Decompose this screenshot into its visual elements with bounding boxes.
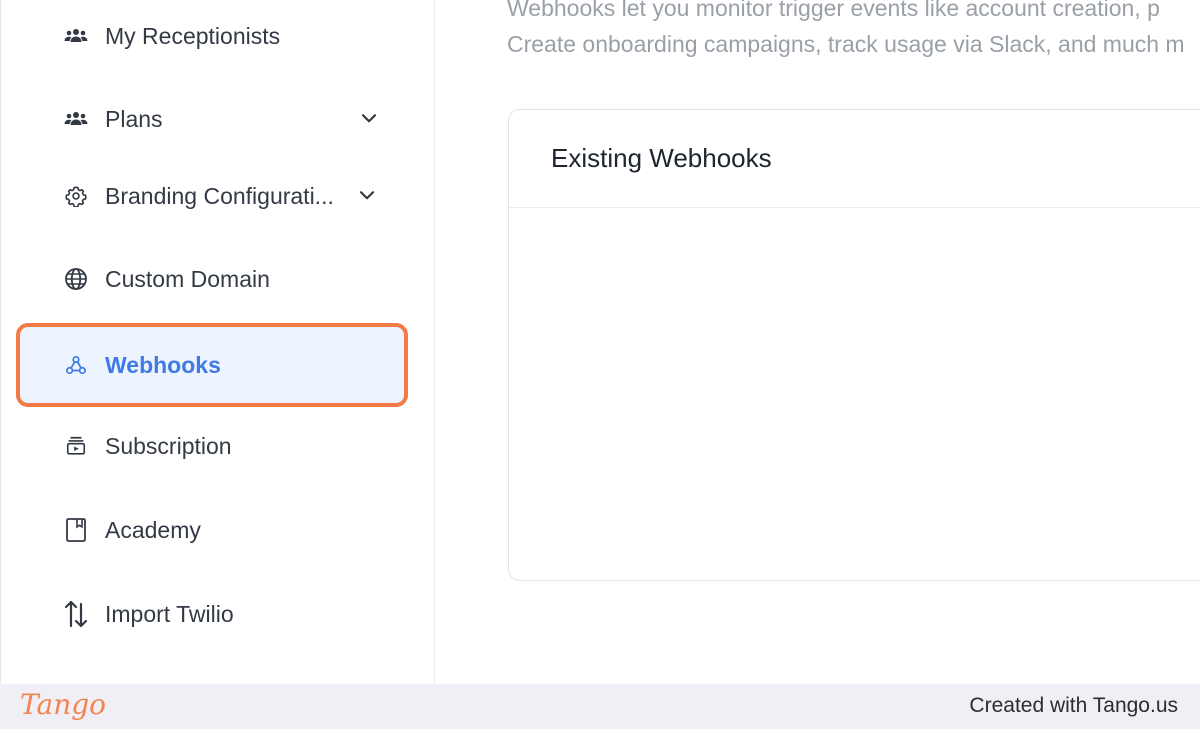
sidebar: My Receptionists Plans Branding Configur… — [1, 0, 435, 684]
chevron-down-icon[interactable] — [361, 102, 377, 129]
existing-webhooks-card: Existing Webhooks — [508, 109, 1200, 581]
gear-icon — [61, 181, 91, 211]
card-title: Existing Webhooks — [551, 143, 772, 173]
app-window: My Receptionists Plans Branding Configur… — [0, 0, 1200, 684]
sidebar-item-custom-domain[interactable]: Custom Domain — [19, 241, 405, 317]
description-line: Webhooks let you monitor trigger events … — [507, 0, 1160, 21]
tango-logo: Tango — [20, 688, 107, 721]
swap-vertical-icon — [61, 599, 91, 629]
webhooks-description: Webhooks let you monitor trigger events … — [507, 0, 1200, 62]
sidebar-item-academy[interactable]: Academy — [19, 492, 405, 568]
sidebar-item-label: Subscription — [105, 432, 232, 459]
sidebar-item-my-receptionists[interactable]: My Receptionists — [19, 0, 405, 74]
footer-credit: Created with Tango.us — [969, 694, 1178, 717]
sidebar-item-label: Plans — [105, 105, 163, 132]
sidebar-item-label: Academy — [105, 516, 201, 543]
sidebar-item-label: My Receptionists — [105, 22, 281, 49]
description-line: Create onboarding campaigns, track usage… — [507, 31, 1185, 57]
chevron-down-icon[interactable] — [359, 179, 375, 206]
webhook-icon — [61, 350, 91, 380]
tango-footer: Tango Created with Tango.us — [0, 684, 1200, 729]
sidebar-item-webhooks[interactable]: Webhooks — [19, 325, 405, 405]
group-icon — [61, 104, 91, 134]
sidebar-item-label: Import Twilio — [105, 600, 234, 627]
card-header: Existing Webhooks — [509, 110, 1200, 208]
sidebar-item-plans[interactable]: Plans — [19, 81, 405, 157]
sidebar-item-label: Branding Configurati... — [105, 182, 334, 209]
group-icon — [61, 21, 91, 51]
sidebar-item-label: Webhooks — [105, 351, 221, 378]
main-content: Webhooks let you monitor trigger events … — [436, 0, 1200, 684]
sidebar-item-branding-configuration[interactable]: Branding Configurati... — [19, 158, 405, 234]
sidebar-item-import-twilio[interactable]: Import Twilio — [19, 576, 405, 652]
subscription-icon — [61, 431, 91, 461]
book-icon — [61, 515, 91, 545]
sidebar-item-label: Custom Domain — [105, 265, 270, 292]
globe-icon — [61, 264, 91, 294]
sidebar-item-subscription[interactable]: Subscription — [19, 408, 405, 484]
